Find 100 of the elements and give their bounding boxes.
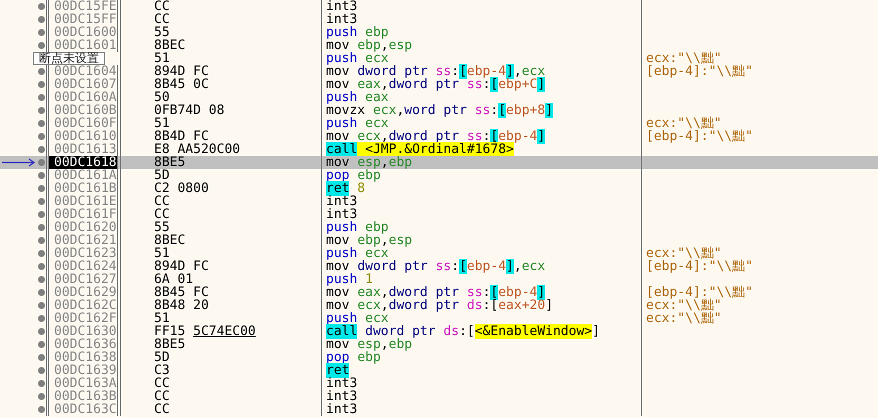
bytes-cell: 8B45 FC: [154, 285, 209, 300]
instruction-text: mov ecx,dword ptr ds:[eax+20]: [326, 298, 554, 313]
breakpoint-dot[interactable]: [38, 341, 44, 348]
address-cell: 00DC1607: [49, 78, 118, 91]
instruction-text: int3: [326, 12, 358, 27]
breakpoint-dot[interactable]: [38, 328, 44, 335]
breakpoint-dot[interactable]: [38, 146, 44, 153]
instruction-text: mov ebp,esp: [326, 233, 412, 248]
comment-text: ecx:"\\黜": [646, 51, 722, 66]
breakpoint-dot[interactable]: [38, 120, 44, 127]
breakpoint-dot[interactable]: [38, 276, 44, 283]
breakpoint-dot[interactable]: [38, 393, 44, 400]
bytes-cell: 8B48 20: [154, 298, 209, 313]
address-cell: 00DC163C: [49, 403, 118, 416]
address-cell: 00DC1623: [49, 247, 118, 260]
bytes-cell: 5D: [154, 350, 170, 365]
breakpoint-dot[interactable]: [38, 81, 44, 88]
instruction-text: mov eax,dword ptr ss:[ebp-4]: [326, 285, 546, 300]
breakpoint-dot[interactable]: [38, 133, 44, 140]
address-cell: 00DC1639: [49, 364, 118, 377]
address-cell: 00DC15FE: [49, 0, 118, 13]
address-cell: 00DC1624: [49, 260, 118, 273]
address-cell: 00DC161F: [49, 208, 118, 221]
breakpoint-dot[interactable]: [38, 289, 44, 296]
bytes-cell: 55: [154, 220, 170, 235]
breakpoint-dot[interactable]: [38, 16, 44, 23]
bytes-cell: 5D: [154, 168, 170, 183]
bytes-cell: CC: [154, 194, 170, 209]
address-cell: 00DC160B: [49, 104, 118, 117]
instruction-text: push ecx: [326, 311, 389, 326]
breakpoint-dot[interactable]: [38, 42, 44, 49]
bytes-cell: 50: [154, 90, 170, 105]
bytes-cell: 51: [154, 246, 170, 261]
instruction-text: mov esp,ebp: [326, 155, 412, 170]
address-cell: 00DC1621: [49, 234, 118, 247]
instruction-text: int3: [326, 402, 358, 417]
instruction-text: call <JMP.&Ordinal#1678>: [326, 142, 514, 157]
bytes-cell: CC: [154, 207, 170, 222]
breakpoint-dot[interactable]: [38, 3, 44, 10]
breakpoint-dot[interactable]: [38, 172, 44, 179]
instruction-text: mov esp,ebp: [326, 337, 412, 352]
bytes-cell: 51: [154, 51, 170, 66]
instruction-text: mov eax,dword ptr ss:[ebp+C]: [326, 77, 546, 92]
instruction-text: pop ebp: [326, 168, 381, 183]
bytes-cell: FF15: [154, 324, 186, 339]
breakpoint-dot[interactable]: [38, 159, 44, 166]
breakpoint-dot[interactable]: [38, 250, 44, 257]
address-cell: 00DC163B: [49, 390, 118, 403]
breakpoint-dot[interactable]: [38, 107, 44, 114]
breakpoint-dot[interactable]: [38, 263, 44, 270]
address-link[interactable]: 5C74EC00: [193, 324, 256, 339]
bytes-cell: CC: [154, 376, 170, 391]
breakpoint-dot[interactable]: [38, 211, 44, 218]
breakpoint-dot[interactable]: [38, 354, 44, 361]
address-cell: 00DC1630: [49, 325, 118, 338]
instruction-text: movzx ecx,word ptr ss:[ebp+8]: [326, 103, 554, 118]
bytes-cell: E8 AA520C00: [154, 142, 240, 157]
address-cell: 00DC162C: [49, 299, 118, 312]
comment-text: ecx:"\\黜": [646, 311, 722, 326]
address-cell: 00DC1629: [49, 286, 118, 299]
comment-text: [ebp-4]:"\\黜": [646, 129, 753, 144]
comment-text: [ebp-4]:"\\黜": [646, 259, 753, 274]
breakpoint-dot[interactable]: [38, 380, 44, 387]
instruction-text: int3: [326, 0, 358, 14]
instruction-text: push eax: [326, 90, 389, 105]
bytes-cell: 894D FC: [154, 64, 209, 79]
comment-text: ecx:"\\黜": [646, 246, 722, 261]
instruction-text: pop ebp: [326, 350, 381, 365]
breakpoint-dot[interactable]: [38, 302, 44, 309]
address-cell: 00DC161E: [49, 195, 118, 208]
breakpoint-dot[interactable]: [38, 315, 44, 322]
bytes-cell: CC: [154, 12, 170, 27]
address-cell: 00DC1636: [49, 338, 118, 351]
bytes-cell: 8BEC: [154, 38, 186, 53]
bytes-cell: 0FB74D 08: [154, 103, 224, 118]
instruction-text: push 1: [326, 272, 373, 287]
instruction-text: push ecx: [326, 246, 389, 261]
instruction-text: int3: [326, 194, 358, 209]
bytes-cell: CC: [154, 389, 170, 404]
breakpoint-dot[interactable]: [38, 29, 44, 36]
breakpoint-dot[interactable]: [38, 198, 44, 205]
instruction-text: int3: [326, 376, 358, 391]
breakpoint-dot[interactable]: [38, 68, 44, 75]
bytes-cell: 894D FC: [154, 259, 209, 274]
breakpoint-dot[interactable]: [38, 94, 44, 101]
breakpoint-dot[interactable]: [38, 406, 44, 413]
bytes-cell: 8BE5: [154, 155, 186, 170]
instruction-text: push ebp: [326, 220, 389, 235]
tooltip: 断点未设置: [33, 52, 105, 65]
instruction-text: int3: [326, 389, 358, 404]
breakpoint-dot[interactable]: [38, 224, 44, 231]
breakpoint-dot[interactable]: [38, 237, 44, 244]
address-cell: 00DC1618: [49, 156, 118, 169]
bytes-cell: 8BEC: [154, 233, 186, 248]
address-cell: 00DC161B: [49, 182, 118, 195]
bytes-cell: C3: [154, 363, 170, 378]
breakpoint-dot[interactable]: [38, 367, 44, 374]
address-cell: 00DC163A: [49, 377, 118, 390]
instruction-text: mov ebp,esp: [326, 38, 412, 53]
breakpoint-dot[interactable]: [38, 185, 44, 192]
